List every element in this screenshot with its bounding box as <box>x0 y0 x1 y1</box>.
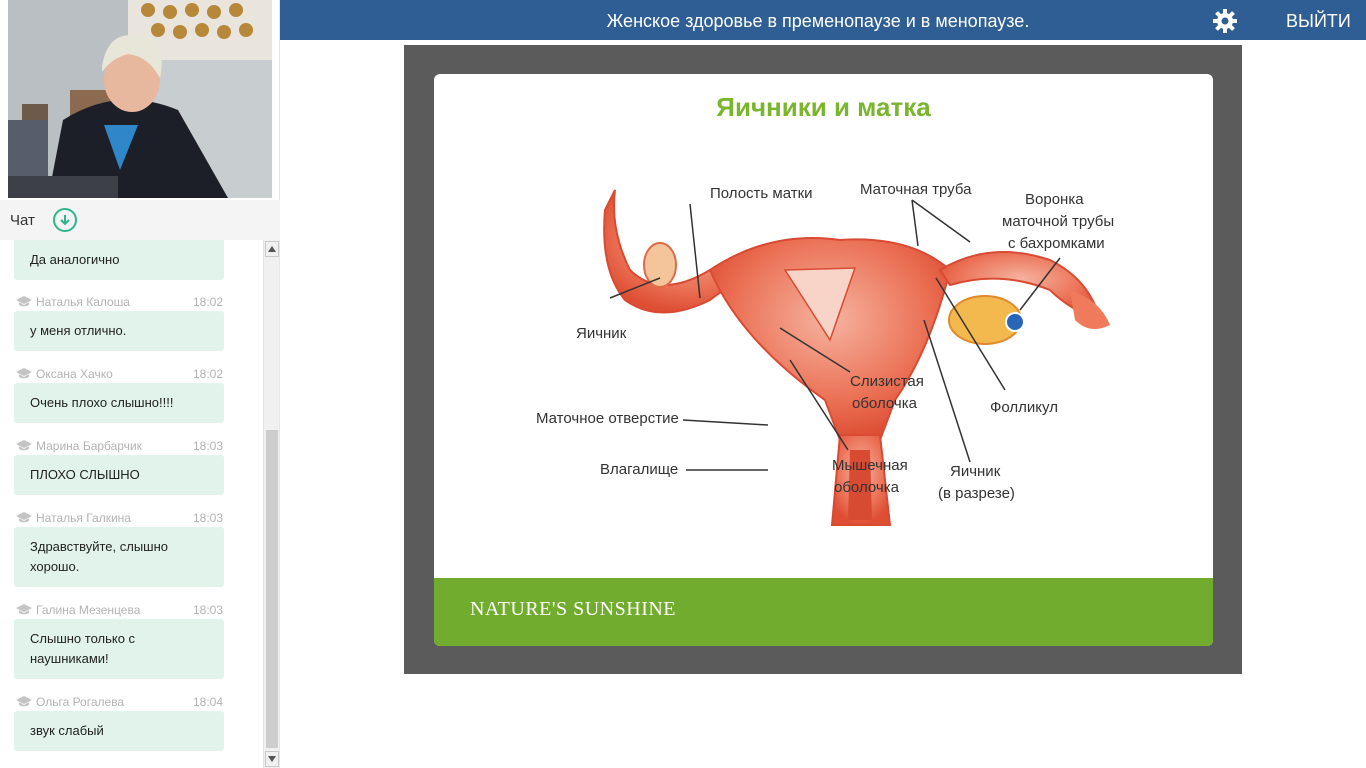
message-time: 18:02 <box>192 295 223 309</box>
label-muscle-line-1: Мышечная <box>832 457 908 474</box>
message-text: Здравствуйте, слышно хорошо. <box>14 527 224 587</box>
scroll-up-button[interactable] <box>265 241 279 257</box>
webinar-title: Женское здоровье в пременопаузе и в мено… <box>606 11 1030 31</box>
scroll-thumb[interactable] <box>266 430 278 748</box>
slide: Яичники и матка Полость матки Маточная т… <box>434 74 1213 646</box>
anatomy-diagram: Полость матки Маточная труба Воронка мат… <box>536 181 1114 526</box>
message-text: Да аналогично <box>14 240 224 280</box>
graduation-cap-icon <box>16 604 32 615</box>
message-time: 18:03 <box>192 603 223 617</box>
chat-scrollbar[interactable] <box>263 240 279 768</box>
message-author: Галина Мезенцева <box>36 603 141 617</box>
message-meta: Оксана Хачко 18:02 <box>16 366 223 382</box>
message-meta: Наталья Калоша 18:02 <box>16 294 223 310</box>
label-funnel-line-2: маточной трубы <box>1002 213 1114 230</box>
gear-icon[interactable] <box>1212 8 1238 34</box>
arrow-up-icon <box>268 246 276 252</box>
message-text: ПЛОХО СЛЫШНО <box>14 455 224 495</box>
label-mucosa-line-2: оболочка <box>852 395 918 412</box>
message-author: Оксана Хачко <box>36 367 113 381</box>
download-icon[interactable] <box>52 208 77 232</box>
message-text: Очень плохо слышно!!!! <box>14 383 224 423</box>
label-muscle-line-2: оболочка <box>834 479 900 496</box>
graduation-cap-icon <box>16 440 32 451</box>
message-text: у меня отлично. <box>14 311 224 351</box>
arrow-down-icon <box>268 756 276 762</box>
message-author: Марина Барбарчик <box>36 439 142 453</box>
message-text: Слышно только с наушниками! <box>14 619 224 679</box>
left-panel: Чат Да аналогично Наталья Калоша 18:02 у… <box>0 0 280 768</box>
message-author: Наталья Галкина <box>36 511 131 525</box>
label-funnel-line-3: с бахромками <box>1008 235 1105 252</box>
presenter-video[interactable] <box>8 0 272 198</box>
scroll-down-button[interactable] <box>265 751 279 767</box>
presenter-video-frame <box>8 0 272 198</box>
graduation-cap-icon <box>16 512 32 523</box>
message-time: 18:02 <box>192 367 223 381</box>
top-bar: Женское здоровье в пременопаузе и в мено… <box>280 0 1366 40</box>
graduation-cap-icon <box>16 368 32 379</box>
chat-message-list[interactable]: Да аналогично Наталья Калоша 18:02 у мен… <box>0 240 263 768</box>
label-cervical-opening: Маточное отверстие <box>536 410 679 427</box>
label-ovary: Яичник <box>576 325 627 342</box>
message-text: звук слабый <box>14 711 224 751</box>
label-follicle: Фолликул <box>990 399 1058 416</box>
webinar-app: Чат Да аналогично Наталья Калоша 18:02 у… <box>0 0 1366 768</box>
message-author: Наталья Калоша <box>36 295 130 309</box>
slide-title: Яичники и матка <box>716 92 931 122</box>
presentation-area: Яичники и матка Полость матки Маточная т… <box>404 45 1242 674</box>
label-funnel-line-1: Воронка <box>1025 191 1084 208</box>
label-fallopian-tube: Маточная труба <box>860 181 972 198</box>
message-author: Ольга Рогалева <box>36 695 125 709</box>
graduation-cap-icon <box>16 296 32 307</box>
logout-button[interactable]: ВЫЙТИ <box>1286 0 1351 40</box>
label-ovary-cut-line-2: (в разрезе) <box>938 485 1015 502</box>
brand-logo: NATURE'S SUNSHINE <box>470 598 677 620</box>
message-meta: Ольга Рогалева 18:04 <box>16 694 223 710</box>
label-mucosa-line-1: Слизистая <box>850 373 924 390</box>
message-time: 18:03 <box>192 439 223 453</box>
message-meta: Марина Барбарчик 18:03 <box>16 438 223 454</box>
message-meta: Галина Мезенцева 18:03 <box>16 602 223 618</box>
message-time: 18:03 <box>192 511 223 525</box>
message-time: 18:04 <box>192 695 223 709</box>
label-uterine-cavity: Полость матки <box>710 185 813 202</box>
chat-title: Чат <box>10 211 35 229</box>
chat-header: Чат <box>0 200 280 240</box>
slide-footer: NATURE'S SUNSHINE <box>434 578 1213 646</box>
label-ovary-cut-line-1: Яичник <box>950 463 1001 480</box>
message-meta: Наталья Галкина 18:03 <box>16 510 223 526</box>
graduation-cap-icon <box>16 696 32 707</box>
label-vagina: Влагалище <box>600 461 678 478</box>
